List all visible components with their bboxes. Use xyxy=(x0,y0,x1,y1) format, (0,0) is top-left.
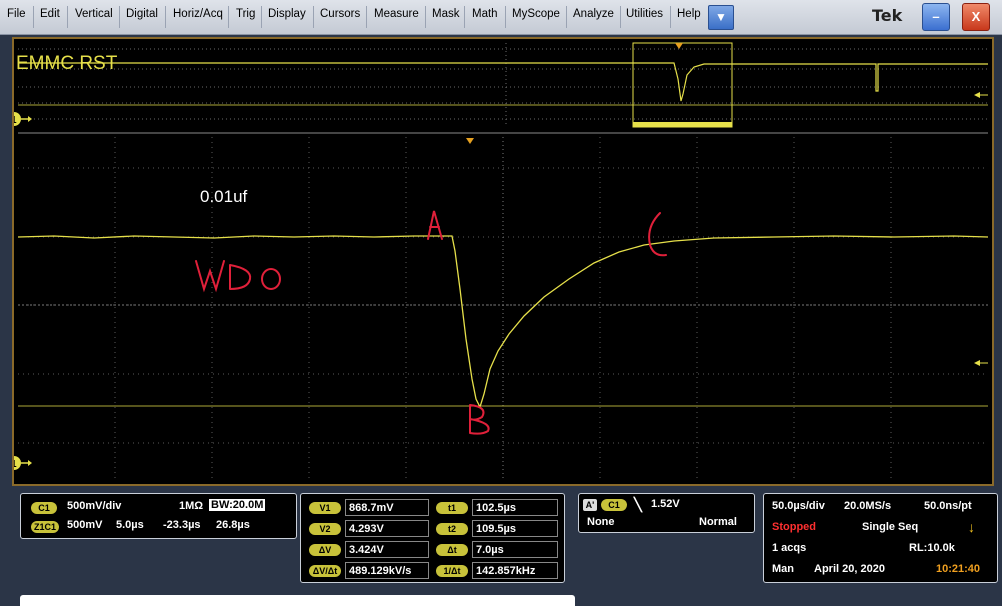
zoom-span: 26.8µs xyxy=(216,519,250,531)
chevron-down-icon: ▼ xyxy=(715,10,727,24)
zoom-time: 5.0µs xyxy=(116,519,144,531)
trigger-level: 1.52V xyxy=(651,498,680,510)
minimize-icon: – xyxy=(932,9,940,24)
run-indicator-icon: ↓ xyxy=(968,519,975,535)
cursor-t2-label: t2 xyxy=(436,523,468,535)
menu-separator xyxy=(505,6,506,28)
channel-marker-main: 1 xyxy=(14,459,17,470)
menu-separator xyxy=(228,6,229,28)
readout-panel: C1 500mV/div 1MΩ BW:20.0M Z1C1 500mV 5.0… xyxy=(0,488,1002,606)
waveform-svg: EMMC RST 0.01uf 1 1 xyxy=(14,42,989,479)
close-button[interactable]: X xyxy=(962,3,990,31)
trigger-marker-top-icon xyxy=(675,43,683,49)
menu-separator xyxy=(464,6,465,28)
menu-trig[interactable]: Trig xyxy=(236,8,255,20)
waveform-display[interactable]: EMMC RST 0.01uf 1 1 xyxy=(12,37,994,486)
menu-separator xyxy=(165,6,166,28)
channel-settings-box[interactable]: C1 500mV/div 1MΩ BW:20.0M Z1C1 500mV 5.0… xyxy=(20,493,297,539)
brand-logo: Tek xyxy=(872,6,903,25)
menu-myscope[interactable]: MyScope xyxy=(512,8,560,20)
offset-arrow-top-icon xyxy=(974,92,980,98)
menu-edit[interactable]: Edit xyxy=(40,8,60,20)
trigger-source-pill: C1 xyxy=(601,499,627,511)
zoom-position: -23.3µs xyxy=(163,519,201,531)
trigger-a-pill: A' xyxy=(583,499,597,511)
menu-separator xyxy=(366,6,367,28)
cursor-v2-label: V2 xyxy=(309,523,341,535)
menu-mask[interactable]: Mask xyxy=(432,8,459,20)
menu-separator xyxy=(261,6,262,28)
menu-separator xyxy=(425,6,426,28)
menu-bar: File Edit Vertical Digital Horiz/Acq Tri… xyxy=(0,0,1002,35)
trigger-mode: Normal xyxy=(699,516,737,528)
cursor-v1-value: 868.7mV xyxy=(345,499,429,516)
menu-utilities[interactable]: Utilities xyxy=(626,8,663,20)
menu-display[interactable]: Display xyxy=(268,8,306,20)
record-length: RL:10.0k xyxy=(909,542,955,554)
cursor-dt-label: Δt xyxy=(436,544,468,556)
falling-edge-icon: ╲ xyxy=(634,497,642,512)
menu-analyze[interactable]: Analyze xyxy=(573,8,614,20)
acq-sequence: Single Seq xyxy=(862,521,919,533)
cursor-t1-label: t1 xyxy=(436,502,468,514)
cursor-v1-label: V1 xyxy=(309,502,341,514)
cursor-slope-value: 489.129kV/s xyxy=(345,562,429,579)
measurement-strip[interactable] xyxy=(20,595,575,606)
bandwidth-limit: BW:20.0M xyxy=(209,499,266,511)
menu-file[interactable]: File xyxy=(7,8,26,20)
channel-pill-c1: C1 xyxy=(31,502,57,514)
cursor-v2-value: 4.293V xyxy=(345,520,429,537)
menu-separator xyxy=(566,6,567,28)
cursor-freq-value: 142.857kHz xyxy=(472,562,558,579)
timebase: 50.0µs/div xyxy=(772,500,825,512)
channel-label-overview: EMMC RST xyxy=(16,53,118,74)
minimize-button[interactable]: – xyxy=(922,3,950,31)
trigger-coupling: None xyxy=(587,516,615,528)
cursor-slope-label: ΔV/Δt xyxy=(309,565,341,577)
menu-help[interactable]: Help xyxy=(677,8,701,20)
channel-impedance: 1MΩ xyxy=(179,500,204,512)
cursor-t2-value: 109.5µs xyxy=(472,520,558,537)
offset-arrow-main-icon xyxy=(974,360,980,366)
cursor-dv-value: 3.424V xyxy=(345,541,429,558)
acq-mode: Man xyxy=(772,563,794,575)
menu-separator xyxy=(33,6,34,28)
menu-cursors[interactable]: Cursors xyxy=(320,8,360,20)
menu-separator xyxy=(119,6,120,28)
close-icon: X xyxy=(971,9,981,24)
capacitor-annotation: 0.01uf xyxy=(200,187,248,206)
trigger-settings-box[interactable]: A' C1 ╲ 1.52V None Normal xyxy=(578,493,755,533)
channel-marker-top: 1 xyxy=(14,115,17,126)
acquisition-box[interactable]: 50.0µs/div 20.0MS/s 50.0ns/pt Stopped Si… xyxy=(763,493,998,583)
cursor-dt-value: 7.0µs xyxy=(472,541,558,558)
menu-vertical[interactable]: Vertical xyxy=(75,8,113,20)
menu-math[interactable]: Math xyxy=(472,8,498,20)
menu-dropdown-button[interactable]: ▼ xyxy=(708,5,734,30)
acq-count: 1 acqs xyxy=(772,542,807,554)
menu-separator xyxy=(620,6,621,28)
channel-scale: 500mV/div xyxy=(67,500,122,512)
cursor-dv-label: ΔV xyxy=(309,544,341,556)
date: April 20, 2020 xyxy=(814,563,885,575)
menu-separator xyxy=(670,6,671,28)
cursor-t1-value: 102.5µs xyxy=(472,499,558,516)
zoom-pill: Z1C1 xyxy=(31,521,59,533)
time: 10:21:40 xyxy=(936,563,981,575)
resolution: 50.0ns/pt xyxy=(924,500,972,512)
menu-separator xyxy=(313,6,314,28)
sample-rate: 20.0MS/s xyxy=(844,500,892,512)
menu-separator xyxy=(67,6,68,28)
menu-horiz-acq[interactable]: Horiz/Acq xyxy=(173,8,223,20)
zoom-scale: 500mV xyxy=(67,519,103,531)
menu-digital[interactable]: Digital xyxy=(126,8,158,20)
menu-measure[interactable]: Measure xyxy=(374,8,419,20)
cursor-readout-box[interactable]: V1 868.7mV t1 102.5µs V2 4.293V t2 109.5… xyxy=(300,493,565,583)
trigger-marker-icon xyxy=(466,138,474,144)
acq-state: Stopped xyxy=(772,521,816,533)
cursor-freq-label: 1/Δt xyxy=(436,565,468,577)
